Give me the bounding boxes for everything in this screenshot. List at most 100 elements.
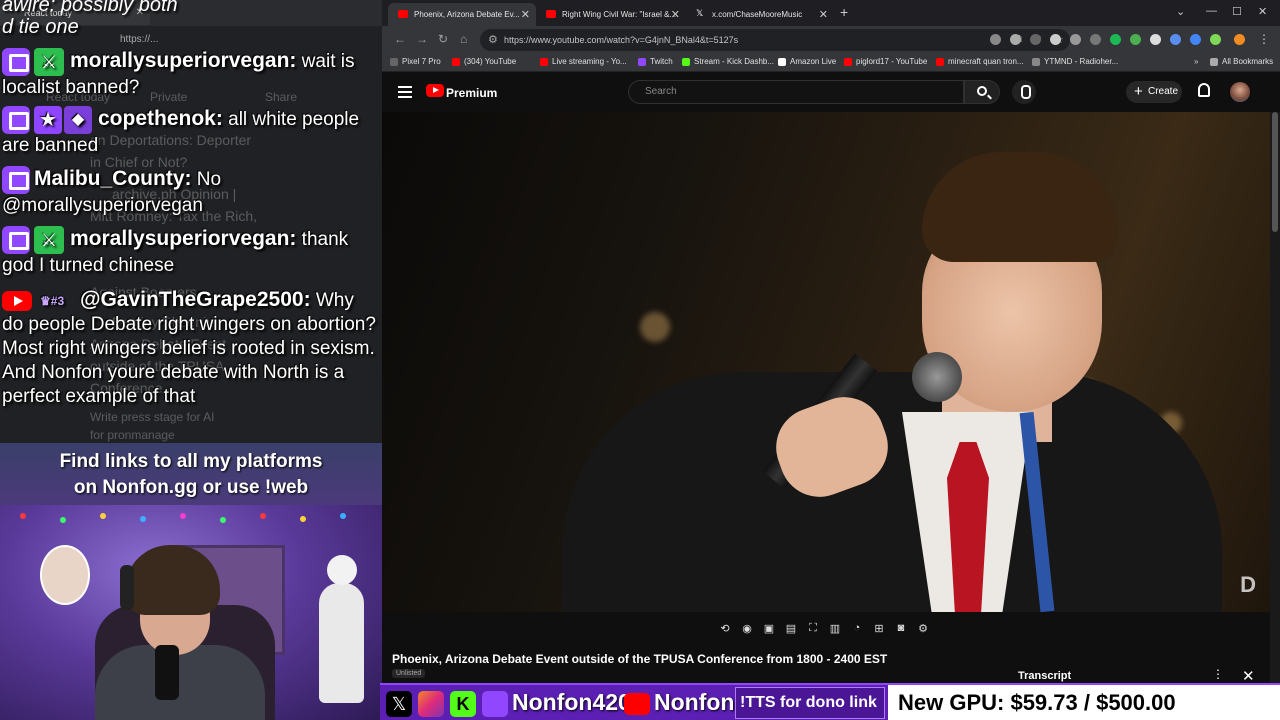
all-bookmarks[interactable]: All Bookmarks [1210,57,1273,66]
twitch-icon [2,48,30,76]
close-icon[interactable]: ✕ [819,8,828,21]
cinema-icon[interactable]: ▤ [783,622,799,636]
stream-overlay: React today ✕ https://... React today Pr… [0,0,382,720]
chat-message: ♛#3 @GavinTheGrape2500: Why do people Deb… [2,288,378,409]
crown-badge-icon: ♛#3 [40,293,65,308]
voice-search-button[interactable] [1012,80,1036,104]
browser-toolbar: ← → ↻ ⌂ ⚙ https://www.youtube.com/watch?… [382,26,1280,54]
hamburger-menu-icon[interactable] [398,86,412,98]
camera-icon[interactable]: ◙ [893,622,909,636]
extension-icon[interactable] [1170,34,1181,45]
kick-icon: K [450,691,476,717]
search-button[interactable] [964,80,1000,104]
extension-icon[interactable] [1050,34,1061,45]
plus-icon: + [1134,83,1143,100]
maximize-button[interactable]: ☐ [1232,5,1242,18]
headset [120,565,134,610]
bookmark-item[interactable]: piglord17 - YouTube [844,57,927,66]
channel-watermark[interactable]: D [1240,572,1256,598]
twitch-icon [2,106,30,134]
chat-username: morallysuperiorvegan: [70,227,297,251]
close-window-button[interactable]: ✕ [1258,5,1267,18]
menu-icon[interactable]: ⋮ [1258,32,1270,46]
tab-x-chase-moore[interactable]: 𝕏 x.com/ChaseMooreMusic ✕ [686,3,834,26]
unlisted-badge: Unlisted [392,669,426,678]
chat-username: morallysuperiorvegan: [70,49,297,73]
youtube-brand[interactable]: Premium [446,86,497,100]
chat-previous-message: awire: possibly both d tie one [2,0,178,38]
youtube-icon [546,10,556,18]
site-info-icon[interactable]: ⚙ [488,33,498,46]
add-icon[interactable]: ⊞ [871,622,887,636]
create-button[interactable]: + Create [1126,81,1182,103]
bookmark-item[interactable]: (304) YouTube [452,57,516,66]
search-icon [977,86,987,96]
loop-icon[interactable]: ⟲ [717,622,733,636]
background-light [640,312,670,342]
star-badge-icon: ★ [34,106,62,134]
speed-icon[interactable]: ◔ [849,622,865,636]
gem-badge-icon: ◆ [64,106,92,134]
url-text: https://www.youtube.com/watch?v=G4jnN_BN… [504,35,739,45]
video-player[interactable]: D [382,112,1270,612]
instagram-icon [418,691,444,717]
settings-gear-icon[interactable]: ⚙ [915,622,931,636]
notifications-bell-icon[interactable] [1198,83,1210,97]
youtube-logo-icon[interactable] [426,84,444,97]
close-icon[interactable]: ✕ [671,8,680,21]
links-banner: Find links to all my platforms on Nonfon… [0,443,382,505]
tab-right-wing-civil-war[interactable]: Right Wing Civil War: "Israel &... ✕ [536,3,686,26]
extension-icon[interactable] [1090,34,1101,45]
avatar[interactable] [1230,82,1250,102]
flask-icon[interactable] [1210,34,1221,45]
extension-icon[interactable] [1110,34,1121,45]
close-icon[interactable]: ✕ [521,8,530,21]
extension-icon[interactable] [1150,34,1161,45]
bookmark-item[interactable]: Amazon Live [778,57,836,66]
tab-label: Right Wing Civil War: "Israel &... [562,10,677,19]
extension-icon[interactable] [1070,34,1081,45]
string-lights [0,513,382,523]
address-bar[interactable]: ⚙ https://www.youtube.com/watch?v=G4jnN_… [480,29,1070,51]
page-scrollbar[interactable] [1270,112,1280,690]
bookmark-item[interactable]: Stream - Kick Dashb... [682,57,774,66]
bookmark-item[interactable]: Twitch [638,57,673,66]
twitch-icon [482,691,508,717]
video-title: Phoenix, Arizona Debate Event outside of… [392,652,888,666]
extension-icon[interactable] [1010,34,1021,45]
chevron-right-icon[interactable]: » [1182,57,1198,66]
back-button[interactable]: ← [394,32,406,46]
streamer-body [95,645,265,720]
audio-icon[interactable]: ◉ [739,622,755,636]
chat-overlay: awire: possibly both d tie one ⚔ morallys… [0,0,382,443]
profile-icon[interactable] [1234,34,1245,45]
minimize-button[interactable]: — [1206,5,1217,17]
chat-message: ⚔ morallysuperiorvegan: wait is localist … [2,48,378,100]
extension-icon[interactable] [1130,34,1141,45]
twitch-icon [2,226,30,254]
youtube-icon [398,10,408,18]
bookmark-item[interactable]: minecraft quan tron... [936,57,1024,66]
extension-icon[interactable] [1030,34,1041,45]
search-input[interactable]: Search [628,80,964,104]
new-tab-button[interactable]: + [840,4,848,20]
scrollbar-thumb[interactable] [1272,112,1278,232]
miniplayer-icon[interactable]: ▥ [827,622,843,636]
bookmark-item[interactable]: Live streaming - Yo... [540,57,627,66]
bookmark-item[interactable]: YTMND - Radioher... [1032,57,1118,66]
puzzle-icon[interactable] [1190,34,1201,45]
chat-message: Malibu_County: No @morallysuperiorvegan [2,166,378,218]
bookmark-item[interactable]: Pixel 7 Pro [390,57,441,66]
screenshot-icon[interactable]: ▣ [761,622,777,636]
search-placeholder: Search [645,86,677,97]
reload-button[interactable]: ↻ [438,32,448,46]
create-label: Create [1148,86,1179,97]
bookmarks-bar: Pixel 7 Pro (304) YouTube Live streaming… [382,54,1280,72]
more-options-icon[interactable]: ⋮ [1212,667,1224,681]
home-button[interactable]: ⌂ [460,32,467,46]
tab-youtube-debate[interactable]: Phoenix, Arizona Debate Ev... ✕ [388,3,536,26]
tab-search-icon[interactable]: ⌄ [1176,5,1185,18]
fullscreen-icon[interactable]: ⛶ [805,622,821,636]
forward-button[interactable]: → [416,32,428,46]
extension-icon[interactable] [990,34,1001,45]
